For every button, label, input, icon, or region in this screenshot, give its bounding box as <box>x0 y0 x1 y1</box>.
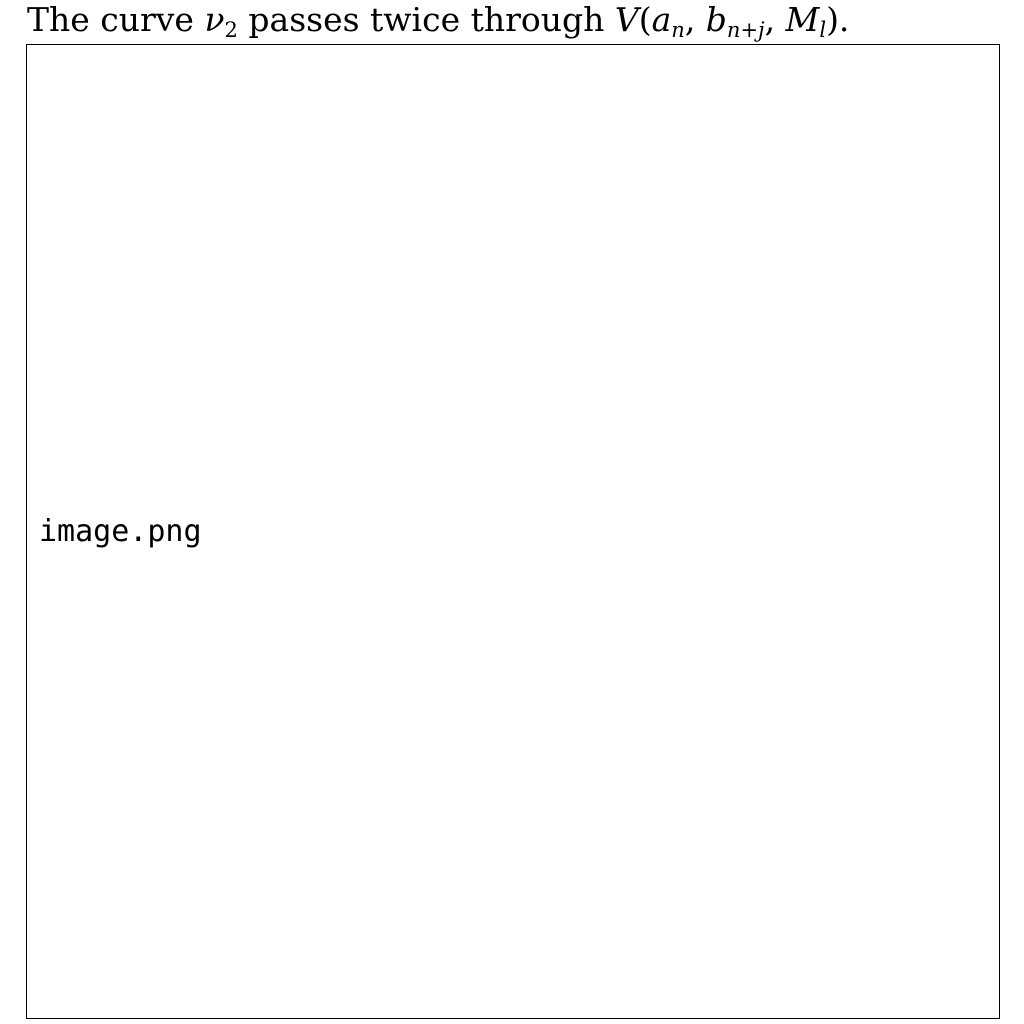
caption-middle-text: passes twice through <box>237 0 615 39</box>
caption-symbol-subscript: 2 <box>224 18 238 42</box>
caption-arg-b-subscript: n+j <box>727 18 765 42</box>
caption-open-paren: ( <box>638 0 652 39</box>
document-page: The curve ν2 passes twice through V(an, … <box>0 0 1024 1024</box>
caption-arg-m: M <box>785 0 820 39</box>
caption-arg-a: a <box>651 0 672 39</box>
figure-caption: The curve ν2 passes twice through V(an, … <box>27 0 850 42</box>
caption-separator-2: , <box>764 0 786 39</box>
caption-function-name: V <box>614 0 639 39</box>
caption-separator-1: , <box>684 0 706 39</box>
image-placeholder-label: image.png <box>39 514 202 549</box>
caption-arg-b-subscript-text: n+j <box>726 18 765 42</box>
caption-close-paren: ). <box>826 0 850 39</box>
caption-arg-a-subscript: n <box>671 18 685 42</box>
caption-arg-b: b <box>705 0 727 39</box>
caption-prefix: The curve <box>27 0 205 39</box>
caption-symbol-nu: ν <box>204 0 225 39</box>
image-frame: image.png <box>26 44 1000 1019</box>
caption-arg-a-subscript-text: n <box>671 18 685 42</box>
